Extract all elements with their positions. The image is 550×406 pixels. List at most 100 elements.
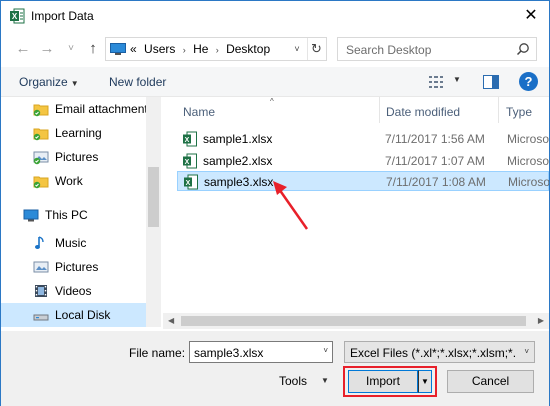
search-icon [516,43,529,56]
nav-item-this-pc[interactable]: This PC [1,203,146,227]
music-icon [35,236,44,249]
view-dropdown-icon[interactable]: ▼ [453,75,461,84]
nav-item-work[interactable]: Work [1,169,146,193]
nav-item-pictures[interactable]: Pictures [1,255,146,279]
preview-pane-icon[interactable] [483,75,499,89]
pictures-check-icon [33,151,49,165]
up-button[interactable]: ↑ [83,39,103,59]
nav-item-label: Work [55,174,83,188]
pictures-icon [33,261,49,273]
caret-down-icon: ▼ [70,79,79,88]
folder-check-icon [33,176,49,189]
nav-item-email-attachment[interactable]: Email attachment [1,97,148,121]
address-dropdown-button[interactable]: ˅ [289,38,305,60]
nav-scrollbar[interactable] [146,97,161,327]
breadcrumb-he[interactable]: He [193,42,208,56]
nav-item-videos[interactable]: Videos [1,279,146,303]
new-folder-button[interactable]: New folder [109,75,166,89]
excel-file-icon: X [183,131,197,147]
organize-label: Organize [19,75,68,89]
nav-item-learning[interactable]: Learning [1,121,146,145]
svg-text:X: X [12,12,18,21]
scroll-left-icon[interactable]: ◀ [168,316,174,325]
chevron-down-icon: ˅ [294,44,300,54]
close-button[interactable]: ✕ [521,6,541,26]
file-row[interactable]: X sample1.xlsx 7/11/2017 1:56 AM Microso… [177,129,549,149]
breadcrumb-desktop[interactable]: Desktop [226,42,270,56]
svg-text:X: X [185,137,190,144]
file-type: Microsoft [508,175,549,189]
file-name-field[interactable] [194,345,312,360]
refresh-button[interactable]: ↻ [307,38,325,60]
pc-icon [23,209,39,222]
import-button[interactable]: Import [348,370,418,393]
forward-button[interactable]: → [37,39,57,59]
nav-item-label: Music [55,236,87,250]
file-name-combobox[interactable]: ˅ [189,341,333,363]
caret-down-icon: ▼ [321,376,329,385]
breadcrumb-separator-icon[interactable]: › [216,45,219,55]
file-type: Microsoft [507,154,549,168]
disk-icon [33,314,49,321]
recent-locations-button[interactable]: ˅ [61,39,81,59]
tools-label: Tools [279,374,308,388]
nav-item-label: Learning [55,126,102,140]
nav-item-label: Local Disk [55,308,111,322]
breadcrumb-overflow[interactable]: « [130,42,137,56]
column-header-type[interactable]: Type [506,105,532,119]
cancel-button[interactable]: Cancel [447,370,534,393]
file-row-selected[interactable]: X sample3.xlsx 7/11/2017 1:08 AM Microso… [177,171,549,191]
chevron-down-icon[interactable]: ˅ [524,347,529,356]
title-bar: X Import Data ✕ [1,1,549,31]
back-button[interactable]: ← [13,39,33,59]
svg-text:X: X [185,159,190,166]
column-header-date-modified[interactable]: Date modified [386,105,460,119]
file-type-filter[interactable]: Excel Files (*.xl*;*.xlsx;*.xlsm;*.xl ˅ [344,341,535,363]
excel-file-icon: X [183,153,197,169]
caret-down-icon: ▼ [421,377,429,386]
nav-item-local-disk[interactable]: Local Disk [1,303,146,327]
breadcrumb: « Users › He › Desktop [130,42,274,56]
sort-ascending-icon: ^ [270,97,274,106]
view-options-icon[interactable] [429,75,447,89]
window-title: Import Data [31,9,94,23]
search-input[interactable]: Search Desktop [346,43,431,57]
back-arrow-icon: ← [15,40,31,57]
import-options-dropdown[interactable]: ▼ [418,370,432,393]
file-date: 7/11/2017 1:08 AM [386,175,486,189]
file-date: 7/11/2017 1:07 AM [385,154,485,168]
nav-item-pictures-quick[interactable]: Pictures [1,145,146,169]
file-row[interactable]: X sample2.xlsx 7/11/2017 1:07 AM Microso… [177,151,549,171]
nav-item-label: Email attachment [55,102,148,116]
address-bar[interactable]: « Users › He › Desktop ˅ ↻ [105,37,327,61]
file-name: sample3.xlsx [204,175,274,189]
column-header-name[interactable]: Name [183,105,215,119]
nav-item-label: Videos [55,284,92,298]
file-date: 7/11/2017 1:56 AM [385,132,485,146]
command-toolbar: Organize ▼ New folder ▼ ? [1,67,549,97]
nav-item-music[interactable]: Music [1,231,146,255]
organize-button[interactable]: Organize ▼ [19,75,79,89]
breadcrumb-users[interactable]: Users [144,42,175,56]
up-arrow-icon: ↑ [89,40,97,57]
search-box[interactable]: Search Desktop [337,37,537,61]
pc-icon [110,43,126,55]
nav-item-label: This PC [45,208,88,222]
scrollbar-thumb[interactable] [181,316,526,326]
nav-item-label: Pictures [55,260,99,274]
chevron-down-icon: ˅ [68,43,74,54]
help-button[interactable]: ? [519,72,538,91]
folder-check-icon [33,128,49,141]
column-divider[interactable] [379,97,380,123]
annotation-arrow-icon [273,181,309,230]
scroll-right-icon[interactable]: ▶ [538,316,544,325]
svg-text:X: X [186,180,191,187]
chevron-down-icon[interactable]: ˅ [323,346,328,355]
navigation-pane: Email attachment Learning Pictures Work [1,97,161,327]
breadcrumb-separator-icon[interactable]: › [183,45,186,55]
tools-button[interactable]: Tools ▼ [279,374,329,388]
file-list-hscrollbar[interactable]: ◀ ▶ [163,313,549,329]
file-name: sample2.xlsx [203,154,273,168]
scrollbar-thumb[interactable] [148,167,159,227]
column-divider[interactable] [498,97,499,123]
